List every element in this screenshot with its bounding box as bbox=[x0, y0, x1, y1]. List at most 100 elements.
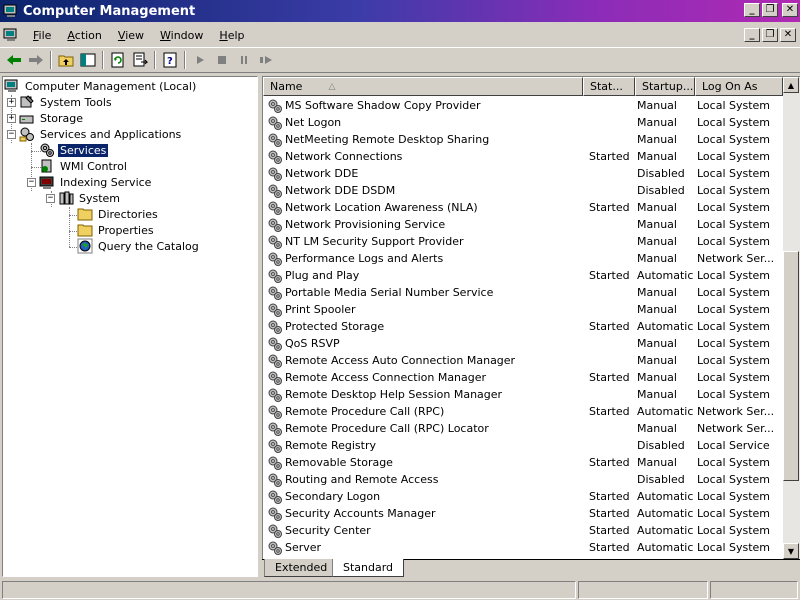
service-row[interactable]: Plug and Play Started Automatic Local Syste… bbox=[263, 267, 783, 284]
service-row[interactable]: Network DDE Disabled Local System bbox=[263, 165, 783, 182]
tree-node-query-the-catalog[interactable]: Query the Catalog bbox=[77, 238, 201, 254]
tree-node-wmi-control[interactable]: WMI Control bbox=[39, 158, 129, 174]
document-system-menu-icon[interactable] bbox=[3, 27, 19, 43]
column-header-status[interactable]: Stat... bbox=[583, 77, 635, 96]
service-row[interactable]: NetMeeting Remote Desktop Sharing Manual L… bbox=[263, 131, 783, 148]
tree-node-services[interactable]: Services bbox=[39, 142, 110, 158]
service-row[interactable]: Portable Media Serial Number Service Manu… bbox=[263, 284, 783, 301]
service-name: NT LM Security Support Provider bbox=[285, 235, 464, 248]
column-header-startup-type[interactable]: Startup... bbox=[635, 77, 695, 96]
service-row[interactable]: Network Connections Started Manual Local Sy… bbox=[263, 148, 783, 165]
service-row[interactable]: Remote Procedure Call (RPC) Started Automa… bbox=[263, 403, 783, 420]
menu-file[interactable]: File bbox=[25, 29, 59, 42]
pause-service-icon[interactable] bbox=[233, 49, 255, 71]
service-name: Network Provisioning Service bbox=[285, 218, 446, 231]
service-row[interactable]: Network Provisioning Service Manual Local … bbox=[263, 216, 783, 233]
tree-label: Query the Catalog bbox=[98, 239, 199, 253]
service-row[interactable]: Routing and Remote Access Disabled Local S… bbox=[263, 471, 783, 488]
service-name: Network DDE DSDM bbox=[285, 184, 396, 197]
restore-button[interactable]: ❐ bbox=[762, 3, 778, 17]
menu-action[interactable]: Action bbox=[59, 29, 109, 42]
service-startup-type: Automatic bbox=[637, 507, 694, 520]
column-header-name[interactable]: Name △ bbox=[263, 77, 583, 96]
show-tree-icon[interactable] bbox=[77, 49, 99, 71]
service-name: Network Location Awareness (NLA) bbox=[285, 201, 478, 214]
scroll-thumb[interactable] bbox=[783, 251, 799, 481]
menu-window-accel: W bbox=[160, 28, 171, 42]
menu-help[interactable]: Help bbox=[211, 29, 252, 42]
service-row[interactable]: Remote Access Connection Manager Started M… bbox=[263, 369, 783, 386]
console-tree[interactable]: Computer Management (Local) + System Too… bbox=[2, 76, 258, 577]
start-service-icon[interactable] bbox=[189, 49, 211, 71]
service-log-on-as: Local System bbox=[697, 473, 771, 486]
service-name: QoS RSVP bbox=[285, 337, 340, 350]
stop-service-icon[interactable] bbox=[211, 49, 233, 71]
service-row[interactable]: Remote Procedure Call (RPC) Locator Manua… bbox=[263, 420, 783, 437]
service-row[interactable]: Remote Registry Disabled Local Service bbox=[263, 437, 783, 454]
column-header-log-on-as[interactable]: Log On As bbox=[695, 77, 783, 96]
service-name-cell: NetMeeting Remote Desktop Sharing bbox=[263, 132, 583, 148]
child-restore-button[interactable]: ❐ bbox=[762, 28, 778, 42]
service-startup-type: Automatic bbox=[637, 405, 694, 418]
service-row[interactable]: Print Spooler Manual Local System bbox=[263, 301, 783, 318]
vertical-scrollbar[interactable]: ▲ ▼ bbox=[783, 77, 800, 559]
tree-node-system-catalog[interactable]: System bbox=[58, 190, 122, 206]
service-row[interactable]: Protected Storage Started Automatic Local S… bbox=[263, 318, 783, 335]
service-gear-icon bbox=[267, 506, 283, 522]
tree-node-properties[interactable]: Properties bbox=[77, 222, 156, 238]
close-button[interactable]: ✕ bbox=[782, 3, 798, 17]
service-log-on-as: Local System bbox=[697, 303, 771, 316]
service-gear-icon bbox=[267, 421, 283, 437]
help-icon[interactable]: ? bbox=[159, 49, 181, 71]
service-row[interactable]: QoS RSVP Manual Local System bbox=[263, 335, 783, 352]
service-row[interactable]: Net Logon Manual Local System bbox=[263, 114, 783, 131]
expand-storage-button[interactable]: + bbox=[7, 114, 16, 123]
restart-service-icon[interactable] bbox=[255, 49, 277, 71]
tree-node-storage[interactable]: Storage bbox=[19, 110, 85, 126]
service-startup-type: Manual bbox=[637, 422, 677, 435]
service-row[interactable]: Performance Logs and Alerts Manual Network… bbox=[263, 250, 783, 267]
up-folder-icon[interactable] bbox=[55, 49, 77, 71]
tab-extended[interactable]: Extended bbox=[264, 559, 339, 577]
tree-node-computer-management[interactable]: Computer Management (Local) bbox=[4, 78, 198, 94]
tree-node-system-tools[interactable]: System Tools bbox=[19, 94, 114, 110]
service-row[interactable]: Security Center Started Automatic Local Sys… bbox=[263, 522, 783, 539]
minimize-button[interactable]: _ bbox=[744, 3, 760, 17]
service-row[interactable]: Network Location Awareness (NLA) Started M… bbox=[263, 199, 783, 216]
tree-node-directories[interactable]: Directories bbox=[77, 206, 160, 222]
service-row[interactable]: Remote Desktop Help Session Manager Manua… bbox=[263, 386, 783, 403]
child-close-button[interactable]: ✕ bbox=[780, 28, 796, 42]
refresh-icon[interactable] bbox=[107, 49, 129, 71]
computer-management-app-icon[interactable] bbox=[3, 4, 19, 18]
tab-standard[interactable]: Standard bbox=[332, 559, 405, 577]
tree-node-indexing-service[interactable]: Indexing Service bbox=[39, 174, 153, 190]
service-row[interactable]: Removable Storage Started Manual Local Syst… bbox=[263, 454, 783, 471]
services-list[interactable]: Name △ Stat... Startup... Log On As MS S… bbox=[262, 76, 800, 559]
collapse-services-and-applications-button[interactable]: − bbox=[7, 130, 16, 139]
forward-icon[interactable] bbox=[25, 49, 47, 71]
service-row[interactable]: Server Started Automatic Local System bbox=[263, 539, 783, 556]
service-row[interactable]: NT LM Security Support Provider Manual Loc… bbox=[263, 233, 783, 250]
folder-icon bbox=[77, 206, 93, 222]
scroll-down-button[interactable]: ▼ bbox=[783, 543, 799, 559]
menu-view[interactable]: View bbox=[110, 29, 152, 42]
back-icon[interactable] bbox=[3, 49, 25, 71]
expand-system-tools-button[interactable]: + bbox=[7, 98, 16, 107]
export-list-icon[interactable] bbox=[129, 49, 151, 71]
service-row[interactable]: Security Accounts Manager Started Automati… bbox=[263, 505, 783, 522]
service-row[interactable]: Remote Access Auto Connection Manager Man… bbox=[263, 352, 783, 369]
service-row[interactable]: Secondary Logon Started Automatic Local Sys… bbox=[263, 488, 783, 505]
collapse-indexing-service-button[interactable]: − bbox=[27, 178, 36, 187]
service-row[interactable]: Network DDE DSDM Disabled Local System bbox=[263, 182, 783, 199]
title-bar[interactable]: Computer Management _ ❐ ✕ bbox=[0, 0, 800, 22]
service-name: Print Spooler bbox=[285, 303, 356, 316]
child-minimize-button[interactable]: _ bbox=[744, 28, 760, 42]
service-log-on-as: Local System bbox=[697, 201, 771, 214]
collapse-system-catalog-button[interactable]: − bbox=[46, 194, 55, 203]
menu-window[interactable]: Window bbox=[152, 29, 211, 42]
service-startup-type: Manual bbox=[637, 218, 677, 231]
tree-node-services-and-applications[interactable]: Services and Applications bbox=[19, 126, 183, 142]
service-row[interactable]: MS Software Shadow Copy Provider Manual Lo… bbox=[263, 97, 783, 114]
scroll-up-button[interactable]: ▲ bbox=[783, 77, 799, 93]
service-gear-icon bbox=[267, 149, 283, 165]
